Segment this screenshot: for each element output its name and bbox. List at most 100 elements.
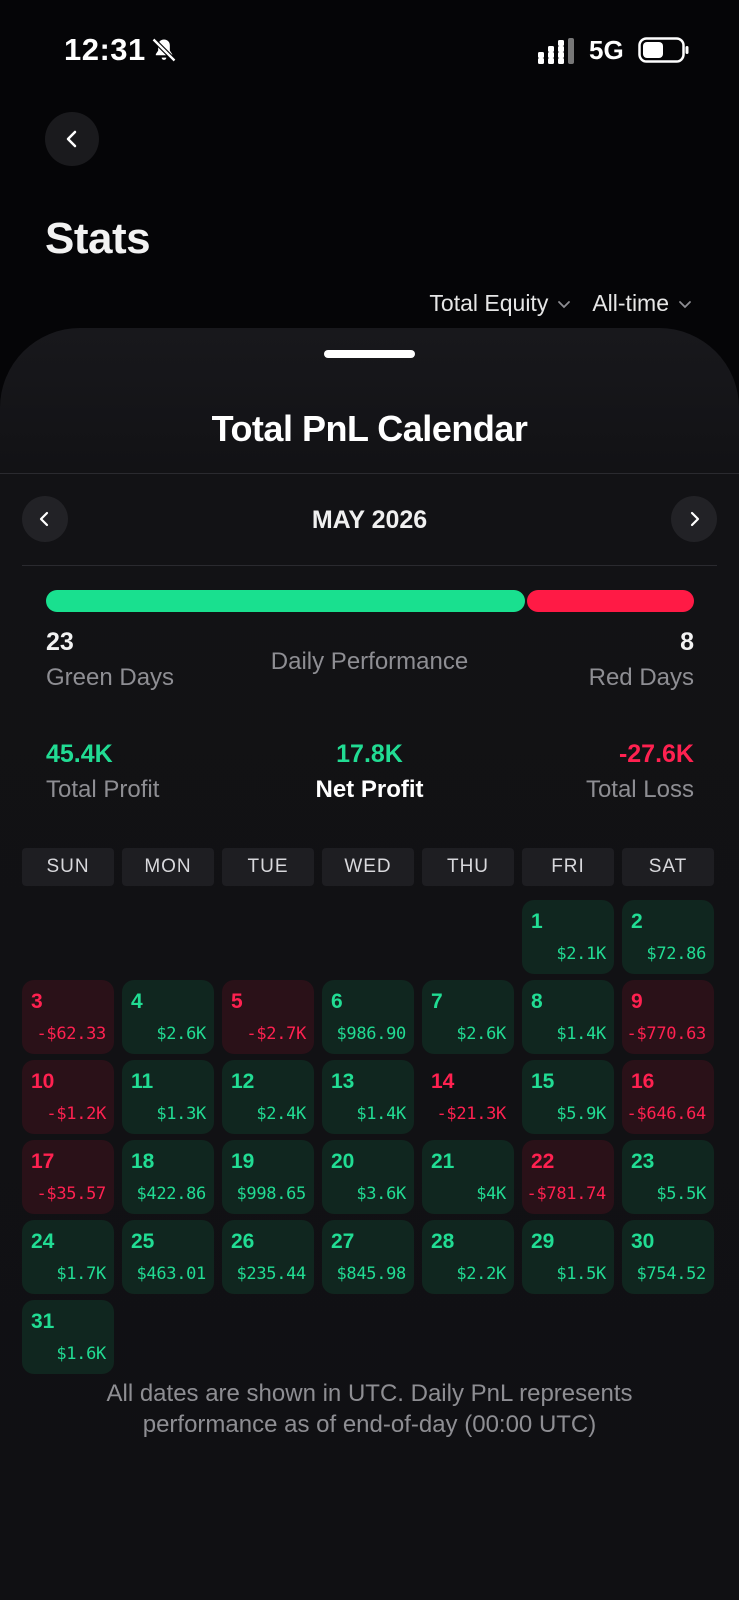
calendar-day-20[interactable]: 20 $3.6K: [322, 1140, 414, 1214]
day-number: 14: [431, 1070, 455, 1093]
day-pnl-value: $1.7K: [56, 1264, 106, 1284]
day-pnl-value: $3.6K: [356, 1184, 406, 1204]
calendar-day-22[interactable]: 22 -$781.74: [522, 1140, 614, 1214]
calendar-day-2[interactable]: 2 $72.86: [622, 900, 714, 974]
day-pnl-value: $986.90: [336, 1024, 406, 1044]
weekday-sat: SAT: [622, 848, 714, 886]
calendar-day-5[interactable]: 5 -$2.7K: [222, 980, 314, 1054]
day-pnl-value: -$1.2K: [46, 1104, 106, 1124]
day-number: 1: [531, 910, 543, 933]
day-pnl-value: $422.86: [136, 1184, 206, 1204]
total-loss-label: Total Loss: [585, 776, 694, 803]
calendar-day-11[interactable]: 11 $1.3K: [122, 1060, 214, 1134]
calendar-grid: 1 $2.1K 2 $72.86 3 -$62.33 4 $2.6K 5 -$2.7K 6 $986.…: [22, 900, 714, 1374]
back-button[interactable]: [45, 112, 99, 166]
pnl-calendar-sheet: Total PnL Calendar MAY 2026 23 Green Day…: [0, 328, 739, 1600]
day-number: 26: [231, 1230, 255, 1253]
day-pnl-value: $1.3K: [156, 1104, 206, 1124]
calendar-day-12[interactable]: 12 $2.4K: [222, 1060, 314, 1134]
red-days-label: Red Days: [588, 664, 694, 691]
weekday-thu: THU: [422, 848, 514, 886]
day-number: 19: [231, 1150, 255, 1173]
day-pnl-value: $4K: [476, 1184, 506, 1204]
calendar-day-4[interactable]: 4 $2.6K: [122, 980, 214, 1054]
total-equity-filter[interactable]: Total Equity: [429, 290, 572, 317]
calendar-day-16[interactable]: 16 -$646.64: [622, 1060, 714, 1134]
day-number: 23: [631, 1150, 655, 1173]
footnote-line: All dates are shown in UTC. Daily PnL re…: [106, 1380, 633, 1407]
day-pnl-value: -$35.57: [36, 1184, 106, 1204]
calendar-day-19[interactable]: 19 $998.65: [222, 1140, 314, 1214]
calendar-day-31[interactable]: 31 $1.6K: [22, 1300, 114, 1374]
weekday-fri: FRI: [522, 848, 614, 886]
daily-performance-bar: [46, 590, 694, 612]
calendar-blank-cell: [22, 900, 114, 974]
calendar-day-26[interactable]: 26 $235.44: [222, 1220, 314, 1294]
calendar-day-8[interactable]: 8 $1.4K: [522, 980, 614, 1054]
utc-footnote: All dates are shown in UTC. Daily PnL re…: [0, 1378, 739, 1440]
day-pnl-value: $2.4K: [256, 1104, 306, 1124]
status-time: 12:31: [64, 32, 146, 67]
sheet-drag-handle[interactable]: [324, 350, 415, 358]
calendar-day-24[interactable]: 24 $1.7K: [22, 1220, 114, 1294]
day-number: 7: [431, 990, 443, 1013]
calendar-day-30[interactable]: 30 $754.52: [622, 1220, 714, 1294]
day-number: 22: [531, 1150, 555, 1173]
chevron-down-icon: [679, 300, 691, 308]
day-number: 12: [231, 1070, 255, 1093]
weekday-header: SUN MON TUE WED THU FRI SAT: [22, 848, 714, 886]
calendar-blank-cell: [322, 900, 414, 974]
calendar-day-9[interactable]: 9 -$770.63: [622, 980, 714, 1054]
calendar-day-27[interactable]: 27 $845.98: [322, 1220, 414, 1294]
day-pnl-value: -$770.63: [626, 1024, 707, 1044]
page-title: Stats: [45, 214, 151, 263]
calendar-day-29[interactable]: 29 $1.5K: [522, 1220, 614, 1294]
chevron-right-icon: [690, 511, 700, 527]
green-days-segment: [46, 590, 525, 612]
filter-label: All-time: [592, 290, 669, 316]
day-number: 20: [331, 1150, 355, 1173]
day-number: 10: [31, 1070, 55, 1093]
calendar-day-23[interactable]: 23 $5.5K: [622, 1140, 714, 1214]
day-pnl-value: -$21.3K: [436, 1104, 506, 1124]
day-pnl-value: $72.86: [646, 944, 706, 964]
calendar-day-14[interactable]: 14 -$21.3K: [422, 1060, 514, 1134]
day-number: 18: [131, 1150, 155, 1173]
day-number: 17: [31, 1150, 55, 1173]
time-range-filter[interactable]: All-time: [592, 290, 693, 317]
filter-bar: Total Equity All-time: [429, 290, 693, 317]
calendar-day-3[interactable]: 3 -$62.33: [22, 980, 114, 1054]
day-number: 16: [631, 1070, 655, 1093]
total-loss-value: -27.6K: [618, 740, 694, 768]
bell-slash-icon: [151, 37, 177, 63]
day-number: 21: [431, 1150, 455, 1173]
filter-label: Total Equity: [429, 290, 549, 316]
weekday-tue: TUE: [222, 848, 314, 886]
day-pnl-value: $235.44: [236, 1264, 306, 1284]
calendar-day-6[interactable]: 6 $986.90: [322, 980, 414, 1054]
divider: [22, 565, 717, 566]
day-pnl-value: $2.6K: [456, 1024, 506, 1044]
month-navigator: MAY 2026: [22, 496, 717, 542]
calendar-day-21[interactable]: 21 $4K: [422, 1140, 514, 1214]
day-pnl-value: $463.01: [136, 1264, 206, 1284]
sheet-title: Total PnL Calendar: [211, 408, 528, 449]
calendar-day-10[interactable]: 10 -$1.2K: [22, 1060, 114, 1134]
calendar-day-13[interactable]: 13 $1.4K: [322, 1060, 414, 1134]
day-pnl-value: -$646.64: [626, 1104, 707, 1124]
day-pnl-value: -$2.7K: [246, 1024, 306, 1044]
calendar-day-15[interactable]: 15 $5.9K: [522, 1060, 614, 1134]
day-number: 24: [31, 1230, 55, 1253]
calendar-day-7[interactable]: 7 $2.6K: [422, 980, 514, 1054]
calendar-day-18[interactable]: 18 $422.86: [122, 1140, 214, 1214]
calendar-day-1[interactable]: 1 $2.1K: [522, 900, 614, 974]
calendar-day-17[interactable]: 17 -$35.57: [22, 1140, 114, 1214]
day-number: 2: [631, 910, 643, 933]
signal-icon: [538, 38, 574, 64]
calendar-day-28[interactable]: 28 $2.2K: [422, 1220, 514, 1294]
next-month-button[interactable]: [671, 496, 717, 542]
day-number: 15: [531, 1070, 555, 1093]
red-days-segment: [527, 590, 694, 612]
footnote-line: performance as of end-of-day (00:00 UTC): [142, 1411, 597, 1438]
calendar-day-25[interactable]: 25 $463.01: [122, 1220, 214, 1294]
